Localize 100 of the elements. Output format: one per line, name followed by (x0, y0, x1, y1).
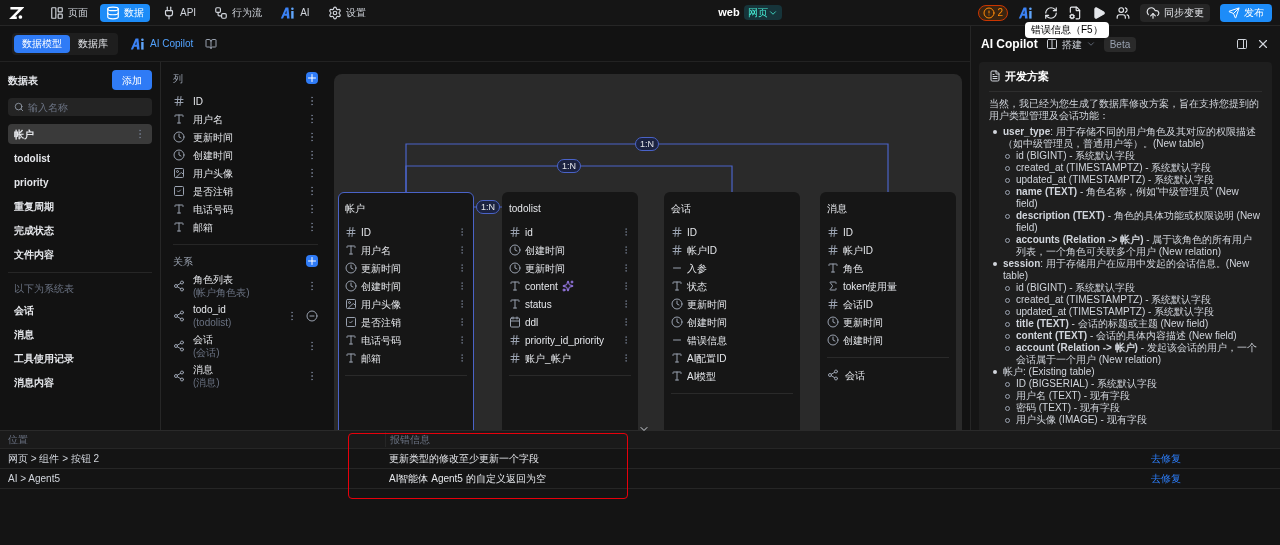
column-item[interactable]: 创建时间 (173, 146, 318, 164)
node-field[interactable]: 会话ID (827, 295, 949, 313)
relation-item[interactable]: todo_id (todolist) (173, 303, 318, 329)
panel-icon[interactable] (1236, 38, 1248, 50)
text-icon (345, 352, 357, 364)
table-item[interactable]: 会话 (8, 300, 152, 320)
node-field[interactable]: 是否注销 (345, 313, 467, 331)
table-item[interactable]: 完成状态 (8, 220, 152, 240)
mode-dropdown[interactable]: 网页 (743, 5, 782, 20)
node-field[interactable]: 更新时间 (827, 313, 949, 331)
column-item[interactable]: 是否注销 (173, 182, 318, 200)
node-field[interactable]: 创建时间 (345, 277, 467, 295)
node-field[interactable]: 帐户ID (671, 241, 793, 259)
image-icon (173, 167, 185, 179)
nav-tab[interactable]: 行为流 (208, 3, 269, 22)
node-field[interactable]: 账户_帐户 (509, 349, 631, 367)
alert-icon (983, 6, 996, 19)
node-field[interactable]: status (509, 295, 631, 313)
users-icon[interactable] (1116, 5, 1130, 20)
nav-tab[interactable]: 设置 (321, 3, 372, 22)
node-field[interactable]: ID (827, 223, 949, 241)
file-settings-icon[interactable] (1068, 5, 1082, 20)
node-field[interactable]: ID (345, 223, 467, 241)
clock-icon (671, 316, 683, 328)
search-icon (14, 102, 24, 112)
table-item[interactable]: 工具使用记录 (8, 348, 152, 368)
list-item: description (TEXT) - 角色的具体功能或权限说明 (New field) (1016, 209, 1261, 234)
node-field[interactable]: 更新时间 (509, 259, 631, 277)
remove-icon[interactable] (306, 310, 318, 322)
table-node[interactable]: 消息 ID 帐户ID 角色 token使用量 会话ID 更新时间 创建时间 会话 (820, 192, 956, 430)
node-field[interactable]: id (509, 223, 631, 241)
mode-dropdown[interactable]: 搭建 (1045, 36, 1096, 52)
node-field[interactable]: 角色 (827, 259, 949, 277)
relation-item[interactable]: 角色列表 (帐户角色表) (173, 273, 318, 299)
table-item[interactable]: 文件内容 (8, 244, 152, 264)
node-field[interactable]: AI模型 (671, 367, 793, 385)
clock-icon (827, 316, 839, 328)
beta-badge: Beta (1103, 36, 1137, 52)
fix-link[interactable]: 去修复 (1147, 471, 1185, 486)
node-field[interactable]: 电话号码 (345, 331, 467, 349)
column-item[interactable]: ID (173, 92, 318, 110)
table-node[interactable]: todolist id 创建时间 更新时间 content status ddl priority_id_priority 账户_帐户 (502, 192, 638, 430)
table-node[interactable]: 会话 ID 帐户ID 入参 状态 更新时间 创建时间 错误信息 AI配置ID AI模型 (664, 192, 800, 430)
table-item[interactable]: todolist (8, 148, 152, 168)
table-item[interactable]: 消息内容 (8, 372, 152, 392)
clock-icon (173, 131, 185, 143)
node-field[interactable]: 创建时间 (671, 313, 793, 331)
refresh-icon[interactable] (1044, 5, 1058, 20)
section-label: 列 (173, 71, 183, 86)
table-item[interactable]: priority (8, 172, 152, 192)
relation-item[interactable]: 会话 (会话) (173, 333, 318, 359)
node-field[interactable]: 入参 (671, 259, 793, 277)
node-field[interactable]: 帐户ID (827, 241, 949, 259)
list-item: accounts (Relation -> 帐户) - 属于该角色的所有用户列表，一个角色可关联多个用户 (New relation) (1016, 233, 1254, 258)
view-tab[interactable]: 数据库 (70, 34, 116, 53)
table-item[interactable]: 消息 (8, 324, 152, 344)
search-field[interactable]: 输入名称 (8, 98, 152, 116)
node-field[interactable]: 创建时间 (827, 331, 949, 349)
view-tab[interactable]: 数据模型 (14, 34, 70, 53)
node-field[interactable]: 邮箱 (345, 349, 467, 367)
sync-button[interactable]: 同步变更 (1140, 3, 1210, 22)
column-header: 报错信息 (385, 432, 434, 447)
text-icon (173, 203, 185, 215)
column-item[interactable]: 更新时间 (173, 128, 318, 146)
node-field[interactable]: 用户名 (345, 241, 467, 259)
add-icon[interactable] (306, 255, 318, 267)
column-item[interactable]: 用户头像 (173, 164, 318, 182)
add-button[interactable]: 添加 (112, 70, 152, 90)
book-icon[interactable] (205, 37, 218, 50)
fix-link[interactable]: 去修复 (1147, 451, 1185, 466)
node-field[interactable]: ID (671, 223, 793, 241)
node-field[interactable]: 用户头像 (345, 295, 467, 313)
nav-tab[interactable]: AI (274, 3, 316, 22)
add-icon[interactable] (306, 72, 318, 84)
column-item[interactable]: 电话号码 (173, 200, 318, 218)
table-item[interactable]: 重复周期 (8, 196, 152, 216)
node-field[interactable]: token使用量 (827, 277, 949, 295)
node-title: 会话 (671, 202, 692, 216)
table-node[interactable]: 帐户 ID 用户名 更新时间 创建时间 用户头像 是否注销 电话号码 邮箱 (338, 192, 474, 430)
node-field[interactable]: ddl (509, 313, 631, 331)
list-item: account (Relation -> 帐户) - 发起该会话的用户，一个会话属于一个用户 (New relation) (1016, 341, 1258, 366)
nav-tab[interactable]: API (156, 3, 203, 22)
close-icon[interactable] (1256, 37, 1270, 51)
column-item[interactable]: 用户名 (173, 110, 318, 128)
node-field[interactable]: 状态 (671, 277, 793, 295)
node-field[interactable]: 更新时间 (345, 259, 467, 277)
node-field[interactable]: 错误信息 (671, 331, 793, 349)
node-field[interactable]: content (509, 277, 631, 295)
node-field[interactable]: 创建时间 (509, 241, 631, 259)
error-badge[interactable]: 2 (978, 4, 1008, 21)
table-item[interactable]: 帐户 (8, 124, 152, 144)
copilot-button[interactable]: AI Copilot (130, 36, 194, 51)
node-field[interactable]: AI配置ID (671, 349, 793, 367)
hash-icon (671, 244, 683, 256)
play-icon[interactable] (1092, 5, 1106, 20)
relation-item[interactable]: 消息 (消息) (173, 363, 318, 389)
node-field[interactable]: 更新时间 (671, 295, 793, 313)
nav-tab[interactable]: 页面 (44, 3, 94, 22)
column-item[interactable]: 邮箱 (173, 218, 318, 236)
node-field[interactable]: priority_id_priority (509, 331, 631, 349)
